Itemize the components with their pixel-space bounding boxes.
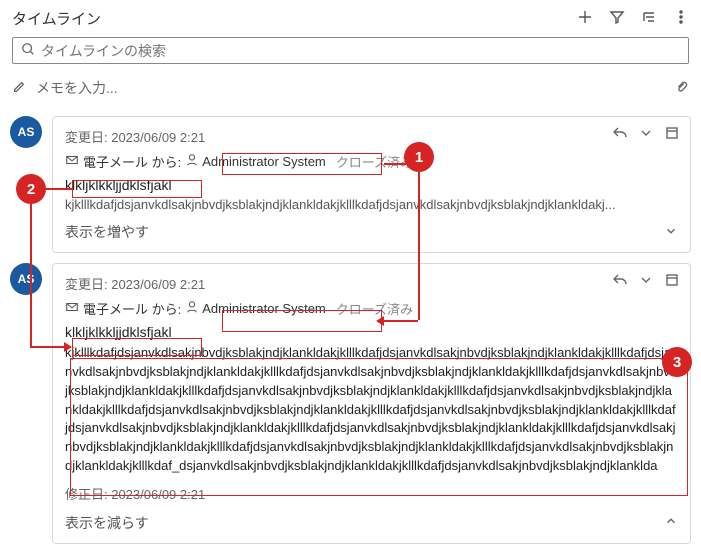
annotation-tag-2: 2 [16, 174, 46, 204]
annotation-line [418, 172, 420, 320]
status-text: クローズ済み [336, 299, 413, 318]
from-label: 電子メール から: [83, 299, 181, 318]
mail-body-trunc: kjklllkdafjdsjanvkdlsakjnbvdjksblakjndjk… [65, 197, 678, 212]
from-label: 電子メール から: [83, 152, 181, 171]
annotation-arrowhead [376, 316, 384, 326]
chevron-up-icon[interactable] [664, 514, 678, 531]
mail-subject: klkljklkkljjdklsfjakl [65, 177, 678, 193]
annotation-arrowhead [64, 342, 72, 352]
person-icon [185, 153, 199, 170]
item-modified-date: 変更日: 2023/06/09 2:21 [65, 127, 678, 146]
from-name[interactable]: Administrator System [202, 154, 326, 169]
show-more-link[interactable]: 表示を増やす [65, 222, 149, 242]
filter-icon[interactable] [609, 9, 625, 28]
timeline-card-collapsed: 変更日: 2023/06/09 2:21 電子メール から: Administr… [52, 116, 691, 253]
search-input[interactable] [41, 43, 680, 59]
open-record-icon[interactable] [664, 272, 680, 291]
mail-body-full: kjklllkdafjdsjanvkdlsakjnbvdjksblakjndjk… [65, 344, 678, 476]
annotation-line [30, 204, 32, 346]
mail-icon [65, 300, 79, 317]
header-actions [577, 9, 689, 28]
annotation-line [384, 320, 418, 322]
search-box[interactable] [12, 37, 689, 64]
chevron-down-icon[interactable] [638, 125, 654, 144]
status-text: クローズ済み [336, 152, 413, 171]
annotation-line [384, 163, 406, 165]
note-row[interactable]: メモを入力... [0, 70, 701, 106]
timeline-header: タイムライン [0, 0, 701, 37]
reply-icon[interactable] [612, 272, 628, 291]
avatar: AS [10, 116, 42, 148]
mail-subject: klkljklkkljjdklsfjakl [65, 324, 678, 340]
mail-icon [65, 153, 79, 170]
reply-icon[interactable] [612, 125, 628, 144]
open-record-icon[interactable] [664, 125, 680, 144]
annotation-line [44, 188, 72, 190]
chevron-down-icon[interactable] [664, 224, 678, 241]
more-icon[interactable] [673, 9, 689, 28]
person-icon [185, 300, 199, 317]
search-icon [21, 42, 35, 59]
timeline-item: AS 変更日: 2023/06/09 2:21 電子メール から: Admini… [10, 116, 691, 253]
timeline-item: AS 変更日: 2023/06/09 2:21 電子メール から: Admini… [10, 263, 691, 544]
note-placeholder: メモを入力... [36, 78, 118, 98]
avatar: AS [10, 263, 42, 295]
item-corrected-date: 修正日: 2023/06/09 2:21 [65, 484, 678, 503]
annotation-line [30, 346, 64, 348]
item-modified-date: 変更日: 2023/06/09 2:21 [65, 274, 678, 293]
timeline-card-expanded: 変更日: 2023/06/09 2:21 電子メール から: Administr… [52, 263, 691, 544]
attachment-icon[interactable] [675, 80, 689, 97]
from-name[interactable]: Administrator System [202, 301, 326, 316]
chevron-down-icon[interactable] [638, 272, 654, 291]
edit-icon [12, 80, 26, 97]
annotation-tag-3: 3 [662, 347, 692, 377]
sort-icon[interactable] [641, 9, 657, 28]
show-less-link[interactable]: 表示を減らす [65, 513, 149, 533]
page-title: タイムライン [12, 8, 577, 29]
add-icon[interactable] [577, 9, 593, 28]
annotation-tag-1: 1 [404, 142, 434, 172]
